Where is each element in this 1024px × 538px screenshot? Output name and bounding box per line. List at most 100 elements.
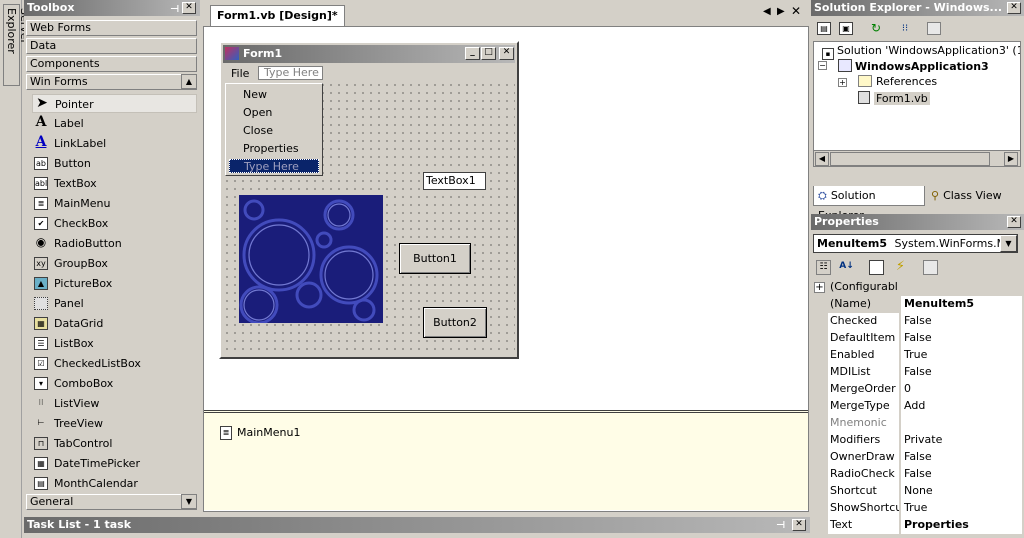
refresh-icon[interactable]: ↻ <box>869 22 883 35</box>
minimize-icon[interactable]: _ <box>465 47 480 60</box>
collapse-icon[interactable]: − <box>818 61 827 70</box>
property-value[interactable]: MenuItem5 <box>901 296 1022 313</box>
toolbox-item-radiobutton[interactable]: ◉ RadioButton <box>32 234 197 253</box>
view-designer-icon[interactable]: ▣ <box>839 22 853 35</box>
property-value[interactable]: 0 <box>901 381 1022 398</box>
property-row[interactable]: MergeType Add <box>812 398 1022 415</box>
toolbox-category-components[interactable]: Components <box>26 56 197 72</box>
picturebox1[interactable] <box>239 195 383 323</box>
property-row[interactable]: + (Configurabl <box>812 279 1022 296</box>
property-row[interactable]: DefaultItem False <box>812 330 1022 347</box>
property-value[interactable]: False <box>901 449 1022 466</box>
button2[interactable]: Button2 <box>423 307 487 338</box>
events-icon[interactable]: ⚡ <box>893 259 908 274</box>
tab-scroll-left-icon[interactable]: ◀ <box>763 6 771 17</box>
close-icon[interactable]: ✕ <box>499 47 514 60</box>
property-value[interactable]: False <box>901 330 1022 347</box>
menu-item-close[interactable]: Close <box>229 122 319 140</box>
task-list-close-button[interactable]: ✕ <box>792 519 806 531</box>
object-selector[interactable]: MenuItem5 System.WinForms.Men ▼ <box>813 234 1018 253</box>
toolbox-close-button[interactable]: ✕ <box>182 2 196 14</box>
menu-item-new[interactable]: New <box>229 86 319 104</box>
toolbox-item-linklabel[interactable]: A LinkLabel <box>32 134 197 153</box>
scroll-up-icon[interactable]: ▲ <box>181 74 197 89</box>
property-value[interactable]: Add <box>901 398 1022 415</box>
toolbox-category-web-forms[interactable]: Web Forms <box>26 20 197 36</box>
scroll-right-icon[interactable]: ▶ <box>1004 152 1018 166</box>
tree-project-node[interactable]: WindowsApplication3 <box>838 59 989 73</box>
toolbox-item-treeview[interactable]: ⊢ TreeView <box>32 414 197 433</box>
expand-icon[interactable]: + <box>838 78 847 87</box>
property-value[interactable] <box>901 415 1022 432</box>
toolbox-category-win-forms[interactable]: Win Forms ▲ <box>26 74 197 90</box>
property-value[interactable]: False <box>901 313 1022 330</box>
scroll-thumb[interactable] <box>830 152 990 166</box>
horizontal-scrollbar[interactable]: ◀ ▶ <box>814 150 1020 166</box>
toolbox-item-listbox[interactable]: ☰ ListBox <box>32 334 197 353</box>
property-row[interactable]: ShowShortcu True <box>812 500 1022 517</box>
toolbox-item-monthcalendar[interactable]: ▤ MonthCalendar <box>32 474 197 493</box>
menu-type-here[interactable]: Type Here <box>258 66 323 80</box>
properties-icon[interactable] <box>927 22 941 35</box>
expand-icon[interactable]: + <box>814 282 825 293</box>
toolbox-item-tabcontrol[interactable]: ⊓ TabControl <box>32 434 197 453</box>
property-row[interactable]: RadioCheck False <box>812 466 1022 483</box>
toolbox-item-datagrid[interactable]: ▦ DataGrid <box>32 314 197 333</box>
toolbox-item-textbox[interactable]: abl TextBox <box>32 174 197 193</box>
tray-mainmenu1[interactable]: MainMenu1 <box>237 426 300 439</box>
tree-form1-node[interactable]: Form1.vb <box>858 91 930 105</box>
toolbox-item-checkedlistbox[interactable]: ☑ CheckedListBox <box>32 354 197 373</box>
property-row[interactable]: Enabled True <box>812 347 1022 364</box>
show-all-files-icon[interactable]: ⁝⁝ <box>897 22 913 35</box>
toolbox-item-panel[interactable]: Panel <box>32 294 197 313</box>
toolbox-item-picturebox[interactable]: ▲ PictureBox <box>32 274 197 293</box>
property-row[interactable]: Checked False <box>812 313 1022 330</box>
toolbox-item-groupbox[interactable]: xy GroupBox <box>32 254 197 273</box>
property-row[interactable]: OwnerDraw False <box>812 449 1022 466</box>
property-row[interactable]: Shortcut None <box>812 483 1022 500</box>
property-row[interactable]: MergeOrder 0 <box>812 381 1022 398</box>
property-value[interactable]: False <box>901 364 1022 381</box>
property-value[interactable]: False <box>901 466 1022 483</box>
alphabetical-icon[interactable]: A↓ <box>839 260 854 275</box>
toolbox-item-pointer[interactable]: ➤ Pointer <box>32 94 197 113</box>
toolbox-item-datetimepicker[interactable]: ▦ DateTimePicker <box>32 454 197 473</box>
solution-explorer-close-button[interactable]: ✕ <box>1007 2 1021 14</box>
toolbox-item-checkbox[interactable]: ✔ CheckBox <box>32 214 197 233</box>
property-value[interactable]: Private <box>901 432 1022 449</box>
pin-icon[interactable]: ⊣ <box>776 518 785 534</box>
button1[interactable]: Button1 <box>399 243 471 274</box>
menu-item-type-here[interactable]: Type Here <box>229 159 319 173</box>
menu-item-properties[interactable]: Properties <box>229 140 319 158</box>
property-pages-icon[interactable] <box>923 260 938 275</box>
server-explorer-tab[interactable]: Server Explorer <box>3 4 31 86</box>
tab-class-view[interactable]: ⚲ Class View <box>927 186 1017 206</box>
categorized-icon[interactable]: ☷ <box>816 260 831 275</box>
pin-icon[interactable]: ⊣ <box>170 2 179 18</box>
menu-file[interactable]: File <box>231 67 249 80</box>
tab-form1-design[interactable]: Form1.vb [Design]* <box>210 5 345 26</box>
tree-solution-node[interactable]: ▪Solution 'WindowsApplication3' (1 pro <box>822 44 1020 60</box>
property-value[interactable]: None <box>901 483 1022 500</box>
scroll-left-icon[interactable]: ◀ <box>815 152 829 166</box>
tab-scroll-right-icon[interactable]: ▶ <box>777 6 785 17</box>
property-row[interactable]: MDIList False <box>812 364 1022 381</box>
toolbox-item-mainmenu[interactable]: ≣ MainMenu <box>32 194 197 213</box>
properties-close-button[interactable]: ✕ <box>1007 216 1021 228</box>
chevron-down-icon[interactable]: ▼ <box>1000 235 1017 252</box>
toolbox-category-data[interactable]: Data <box>26 38 197 54</box>
property-value[interactable]: True <box>901 500 1022 517</box>
toolbox-item-button[interactable]: ab Button <box>32 154 197 173</box>
property-row[interactable]: Text Properties <box>812 517 1022 534</box>
property-row[interactable]: Modifiers Private <box>812 432 1022 449</box>
menu-item-open[interactable]: Open <box>229 104 319 122</box>
maximize-icon[interactable]: □ <box>481 47 496 60</box>
tree-references-node[interactable]: References <box>858 75 937 88</box>
property-value[interactable]: Properties <box>901 517 1022 534</box>
properties-view-icon[interactable] <box>869 260 884 275</box>
document-close-icon[interactable]: ✕ <box>791 4 801 18</box>
textbox1[interactable]: TextBox1 <box>423 172 486 190</box>
toolbox-category-general[interactable]: General ▼ <box>26 494 197 510</box>
toolbox-item-label[interactable]: A Label <box>32 114 197 133</box>
property-row[interactable]: (Name) MenuItem5 <box>812 296 1022 313</box>
